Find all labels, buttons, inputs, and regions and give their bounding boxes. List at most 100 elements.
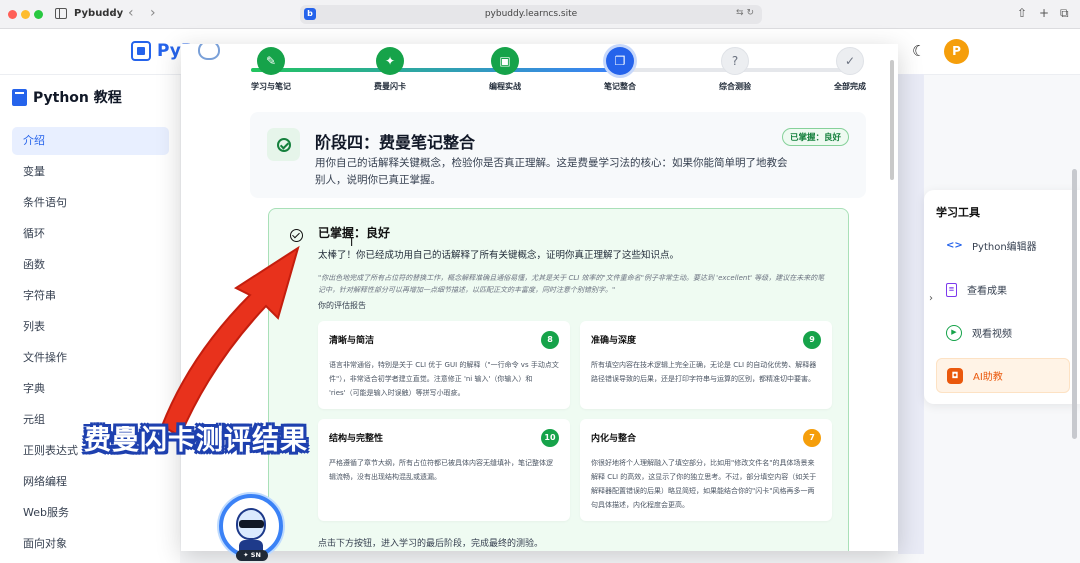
sidebar-item[interactable]: 字符串 [12, 282, 169, 310]
ai-tutor-label: AI助教 [973, 372, 1003, 383]
check-icon: ✓ [836, 47, 864, 75]
sidebar-item[interactable]: 文件操作 [12, 344, 169, 372]
eval-score-badge: 10 [541, 429, 559, 447]
sidebar-item[interactable]: 函数 [12, 251, 169, 279]
progress-step[interactable]: ✎ 学习与笔记 [236, 47, 306, 92]
progress-step-label: 编程实战 [489, 82, 521, 91]
python-editor-button[interactable]: <> Python编辑器 [936, 228, 1070, 263]
evaluation-result-card: 已掌握：良好 太棒了！你已经成功用自己的话解释了所有关键概念，证明你真正理解了这… [268, 208, 849, 551]
eval-card-text: 你很好地将个人理解融入了填空部分，比如用"修改文件名"的具体场景来解释 CLI … [591, 459, 817, 509]
chip-logo-icon [131, 41, 151, 61]
stage-description: 用你自己的话解释关键概念，检验你是否真正理解。这是费曼学习法的核心：如果你能简单… [315, 157, 788, 186]
sparkle-icon: ✦ [376, 47, 404, 75]
eval-card-title: 准确与深度 [591, 336, 637, 346]
eval-card-title: 清晰与简洁 [329, 336, 375, 346]
chevron-down-icon[interactable]: ⌄ [110, 7, 118, 17]
stage-check-icon-box [267, 128, 300, 161]
dark-mode-moon-icon[interactable]: ☾ [912, 42, 925, 60]
sn-badge: ✦ SN [236, 550, 268, 561]
sidebar-item[interactable]: 循环 [12, 220, 169, 248]
video-caption: 费曼闪卡测评结果 [84, 425, 308, 456]
sunglasses-icon [239, 520, 264, 528]
sidebar-item[interactable]: 列表 [12, 313, 169, 341]
robot-icon: ◘ [947, 367, 963, 384]
progress-step-label: 笔记整合 [604, 82, 636, 91]
sidebar-item[interactable]: 条件语句 [12, 189, 169, 217]
new-tab-icon[interactable]: + [1039, 6, 1049, 20]
result-subtitle: 太棒了！你已经成功用自己的话解释了所有关键概念，证明你真正理解了这些知识点。 [318, 250, 680, 261]
eval-card-text: 所有填空内容在技术逻辑上完全正确，无论是 CLI 的自动化优势、解释器路径错误导… [591, 361, 817, 383]
stage-title: 阶段四：费曼笔记整合 [315, 133, 476, 152]
watch-video-button[interactable]: ▶ 观看视频 [936, 315, 1070, 350]
copy-icon: ❐ [606, 47, 634, 75]
eval-card-text: 严格遵循了章节大纲，所有占位符都已被具体内容无缝填补，笔记整体逻辑流畅，没有出现… [329, 459, 553, 481]
result-title: 已掌握：良好 [318, 226, 391, 240]
text-cursor-icon: I [350, 236, 354, 249]
document-icon: ≡ [946, 282, 957, 297]
page-scrollbar[interactable] [1072, 169, 1077, 439]
eval-card-title: 结构与完整性 [329, 434, 384, 444]
progress-step[interactable]: ? 综合测验 [700, 47, 770, 92]
reload-icon[interactable]: ⇆ ↻ [736, 8, 754, 18]
pencil-icon: ✎ [257, 47, 285, 75]
watch-video-label: 观看视频 [972, 329, 1012, 340]
maximize-window-button[interactable] [34, 10, 43, 19]
mascot-avatar [219, 494, 283, 558]
sidebar-item[interactable]: 网络编程 [12, 468, 169, 496]
mascot-icon [198, 44, 220, 60]
eval-score-badge: 7 [803, 429, 821, 447]
progress-step[interactable]: ❐ 笔记整合 [585, 47, 655, 92]
ai-tutor-button[interactable]: ◘ AI助教 [936, 358, 1070, 393]
eval-card-text: 语言非常通俗，特别是关于 CLI 优于 GUI 的解释（"一行命令 vs 手动点… [329, 361, 559, 397]
browser-chrome: Pybuddy ⌄ ‹ › b pybuddy.learncs.site ⇆ ↻… [0, 0, 1080, 29]
back-arrow-icon[interactable]: ‹ [128, 5, 134, 21]
learning-tools-panel: 学习工具 <> Python编辑器 ≡ 查看成果 ▶ 观看视频 ◘ AI助教 [924, 190, 1080, 404]
view-results-label: 查看成果 [967, 286, 1007, 297]
sidebar-item[interactable]: 面向对象 [12, 530, 169, 558]
mastery-badge: 已掌握：良好 [781, 128, 849, 146]
share-icon[interactable]: ⇧ [1017, 6, 1027, 20]
code-brackets-icon: <> [946, 239, 963, 251]
eval-score-badge: 8 [541, 331, 559, 349]
eval-score-badge: 9 [803, 331, 821, 349]
terminal-icon: ▣ [491, 47, 519, 75]
play-icon: ▶ [946, 324, 962, 341]
minimize-window-button[interactable] [21, 10, 30, 19]
eval-card-clarity: 清晰与简洁 8 语言非常通俗，特别是关于 CLI 优于 GUI 的解释（"一行命… [318, 321, 570, 409]
eval-card-title: 内化与整合 [591, 434, 637, 444]
progress-step-label: 费曼闪卡 [374, 82, 406, 91]
learning-tools-title: 学习工具 [936, 206, 980, 219]
progress-step[interactable]: ✓ 全部完成 [815, 47, 885, 92]
book-icon [12, 88, 27, 106]
background-panel [898, 74, 924, 554]
modal-scrollbar[interactable] [890, 60, 894, 180]
sidebar-item[interactable]: 字典 [12, 375, 169, 403]
sidebar-nav-list: 介绍 变量 条件语句 循环 函数 字符串 列表 文件操作 字典 元组 正则表达式 网络编程 Web服务面… [12, 127, 169, 561]
avatar[interactable]: P [944, 39, 969, 64]
red-arrow-annotation [160, 245, 300, 438]
progress-step[interactable]: ✦ 费曼闪卡 [355, 47, 425, 92]
sidebar-item[interactable]: 介绍 [12, 127, 169, 155]
sidebar-item[interactable]: 变量 [12, 158, 169, 186]
stage-header-card: 阶段四：费曼笔记整合 用你自己的话解释关键概念，检验你是否真正理解。这是费曼学习… [250, 112, 866, 198]
question-icon: ? [721, 47, 749, 75]
close-window-button[interactable] [8, 10, 17, 19]
sidebar-item[interactable]: Web服务 [12, 499, 169, 527]
next-stage-hint: 点击下方按钮，进入学习的最后阶段，完成最终的测验。 [318, 539, 544, 549]
progress-step-label: 学习与笔记 [251, 82, 291, 91]
collapse-panel-chevron-icon[interactable]: › [924, 285, 938, 313]
url-text[interactable]: pybuddy.learncs.site [300, 9, 762, 19]
progress-step[interactable]: ▣ 编程实战 [470, 47, 540, 92]
eval-card-integration: 内化与整合 7 你很好地将个人理解融入了填空部分，比如用"修改文件名"的具体场景… [580, 419, 832, 521]
sidebar-heading-text: Python 教程 [33, 90, 122, 106]
result-feedback-quote: "你出色地完成了所有占位符的替换工作，概念解释准确且通俗易懂，尤其是关于 CLI… [318, 274, 825, 294]
tab-overview-icon[interactable]: ⧉ [1060, 6, 1069, 21]
sidebar-toggle-icon[interactable] [55, 8, 67, 19]
view-results-button[interactable]: ≡ 查看成果 [936, 272, 1070, 307]
progress-step-label: 全部完成 [834, 82, 866, 91]
forward-arrow-icon[interactable]: › [150, 5, 156, 21]
eval-card-structure: 结构与完整性 10 严格遵循了章节大纲，所有占位符都已被具体内容无缝填补，笔记整… [318, 419, 570, 521]
address-bar[interactable]: b pybuddy.learncs.site ⇆ ↻ [300, 5, 762, 24]
progress-step-label: 综合测验 [719, 82, 751, 91]
eval-card-accuracy: 准确与深度 9 所有填空内容在技术逻辑上完全正确，无论是 CLI 的自动化优势、… [580, 321, 832, 409]
